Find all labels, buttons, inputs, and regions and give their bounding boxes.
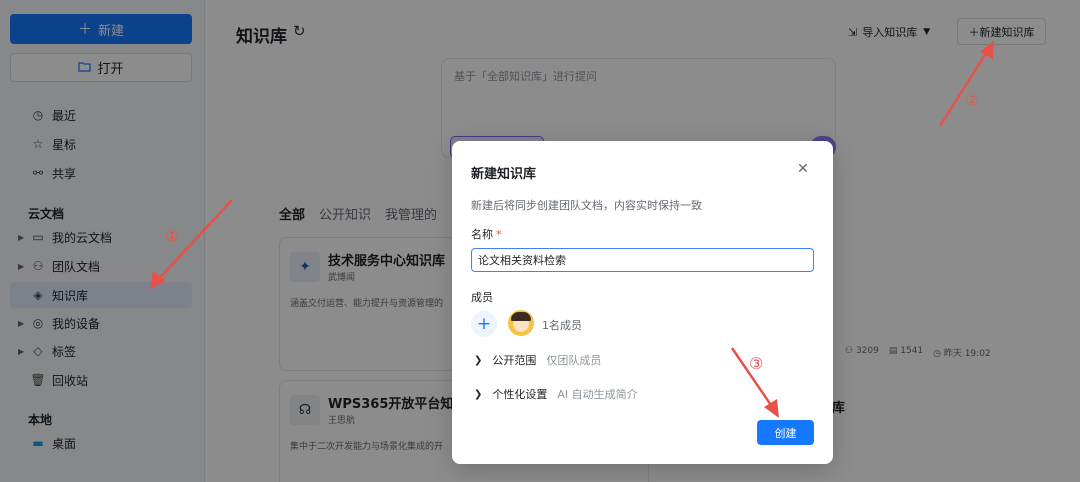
create-button[interactable]: 创建	[757, 420, 814, 445]
new-knowledge-base-dialog: 新建知识库 ✕ 新建后将同步创建团队文档，内容实时保持一致 名称* 成员 + 1…	[452, 141, 833, 464]
add-member-button[interactable]: +	[471, 311, 497, 337]
scope-label: 公开范围	[492, 354, 537, 367]
close-icon[interactable]: ✕	[797, 161, 809, 177]
scope-row[interactable]: ❯ 公开范围 仅团队成员	[474, 352, 601, 368]
avatar-hair	[511, 312, 531, 321]
name-label: 名称 *	[471, 226, 502, 242]
annotation-step-2: ②	[965, 90, 980, 109]
member-count: 1名成员	[542, 319, 582, 332]
member-label: 成员	[471, 291, 493, 304]
annotation-step-3: ③	[749, 354, 764, 373]
personalize-label: 个性化设置	[492, 388, 548, 401]
required-mark: *	[496, 228, 502, 241]
name-label-text: 名称	[471, 228, 493, 241]
personalize-row[interactable]: ❯ 个性化设置 AI 自动生成简介	[474, 386, 638, 402]
name-input[interactable]	[471, 248, 814, 272]
annotation-step-1: ①	[165, 226, 180, 245]
avatar	[508, 310, 534, 336]
personalize-value: AI 自动生成简介	[557, 388, 638, 401]
chevron-right-icon: ❯	[474, 354, 483, 366]
dialog-description: 新建后将同步创建团队文档，内容实时保持一致	[471, 199, 702, 212]
scope-value: 仅团队成员	[546, 354, 602, 367]
dialog-title: 新建知识库	[471, 167, 537, 182]
chevron-right-icon: ❯	[474, 388, 483, 400]
